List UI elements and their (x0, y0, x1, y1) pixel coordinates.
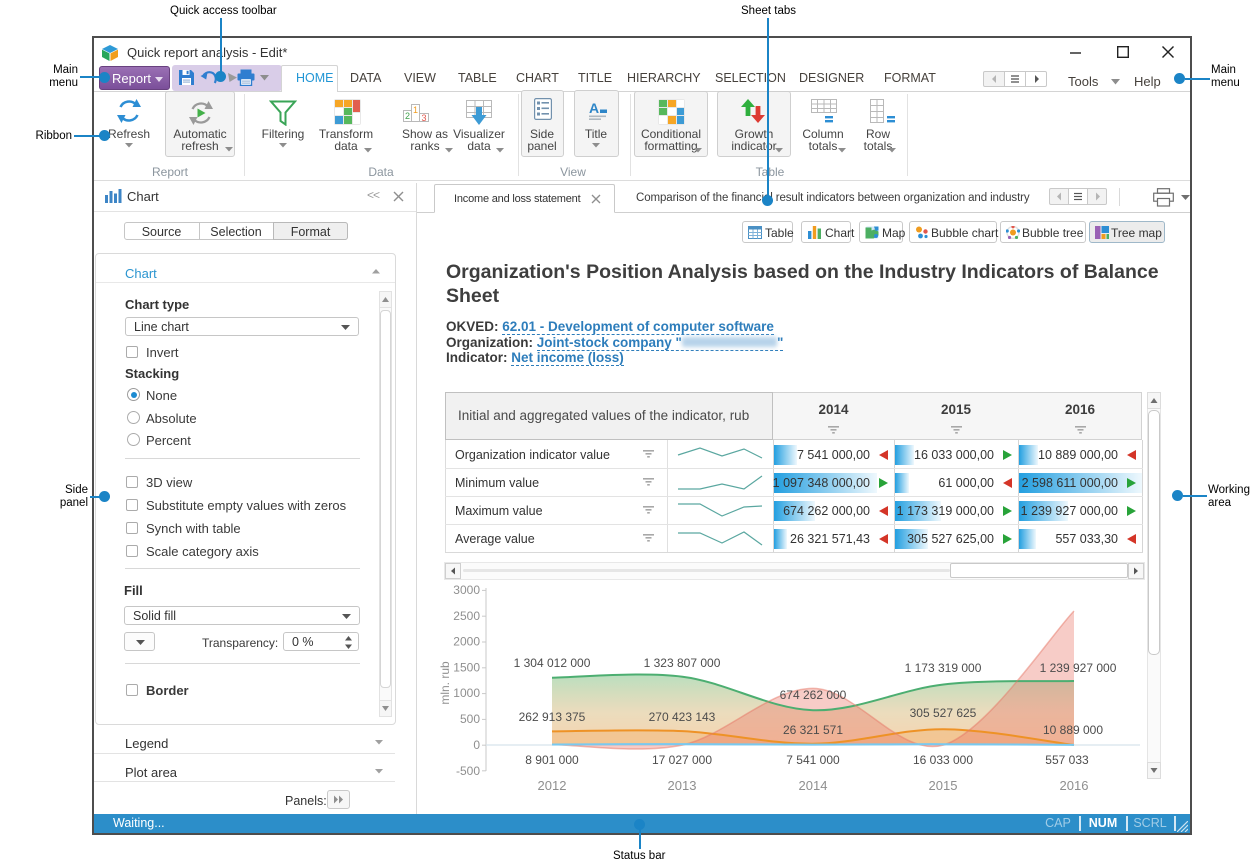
svg-text:1500: 1500 (453, 660, 480, 674)
svg-text:2500: 2500 (453, 609, 480, 623)
svg-text:305 527 625: 305 527 625 (910, 706, 977, 720)
svg-text:17 027 000: 17 027 000 (652, 753, 712, 767)
svg-text:2014: 2014 (799, 778, 828, 793)
svg-text:3: 3 (421, 113, 426, 122)
svg-text:16 033 000: 16 033 000 (913, 753, 973, 767)
svg-text:3000: 3000 (453, 583, 480, 597)
svg-text:1 304 012 000: 1 304 012 000 (514, 656, 591, 670)
svg-text:557 033: 557 033 (1045, 753, 1089, 767)
svg-text:0: 0 (473, 738, 480, 752)
svg-text:2015: 2015 (929, 778, 958, 793)
svg-text:2013: 2013 (668, 778, 697, 793)
svg-text:2000: 2000 (453, 635, 480, 649)
svg-text:1 239 927 000: 1 239 927 000 (1040, 661, 1117, 675)
svg-text:-500: -500 (456, 764, 480, 778)
svg-text:1000: 1000 (453, 686, 480, 700)
svg-text:2: 2 (405, 111, 410, 121)
svg-text:1 173 319 000: 1 173 319 000 (905, 661, 982, 675)
svg-text:500: 500 (460, 712, 480, 726)
svg-text:10 889 000: 10 889 000 (1043, 723, 1103, 737)
svg-text:262 913 375: 262 913 375 (519, 710, 586, 724)
svg-text:2012: 2012 (538, 778, 567, 793)
svg-text:674 262 000: 674 262 000 (780, 688, 847, 702)
svg-text:mln. rub: mln. rub (440, 661, 452, 705)
svg-text:A: A (589, 100, 599, 116)
svg-text:1: 1 (413, 105, 418, 115)
svg-text:270 423 143: 270 423 143 (649, 710, 716, 724)
svg-text:26 321 571: 26 321 571 (783, 723, 843, 737)
svg-text:1 323 807 000: 1 323 807 000 (644, 656, 721, 670)
svg-text:2016: 2016 (1060, 778, 1089, 793)
svg-text:8 901 000: 8 901 000 (525, 753, 579, 767)
svg-text:7 541 000: 7 541 000 (786, 753, 840, 767)
